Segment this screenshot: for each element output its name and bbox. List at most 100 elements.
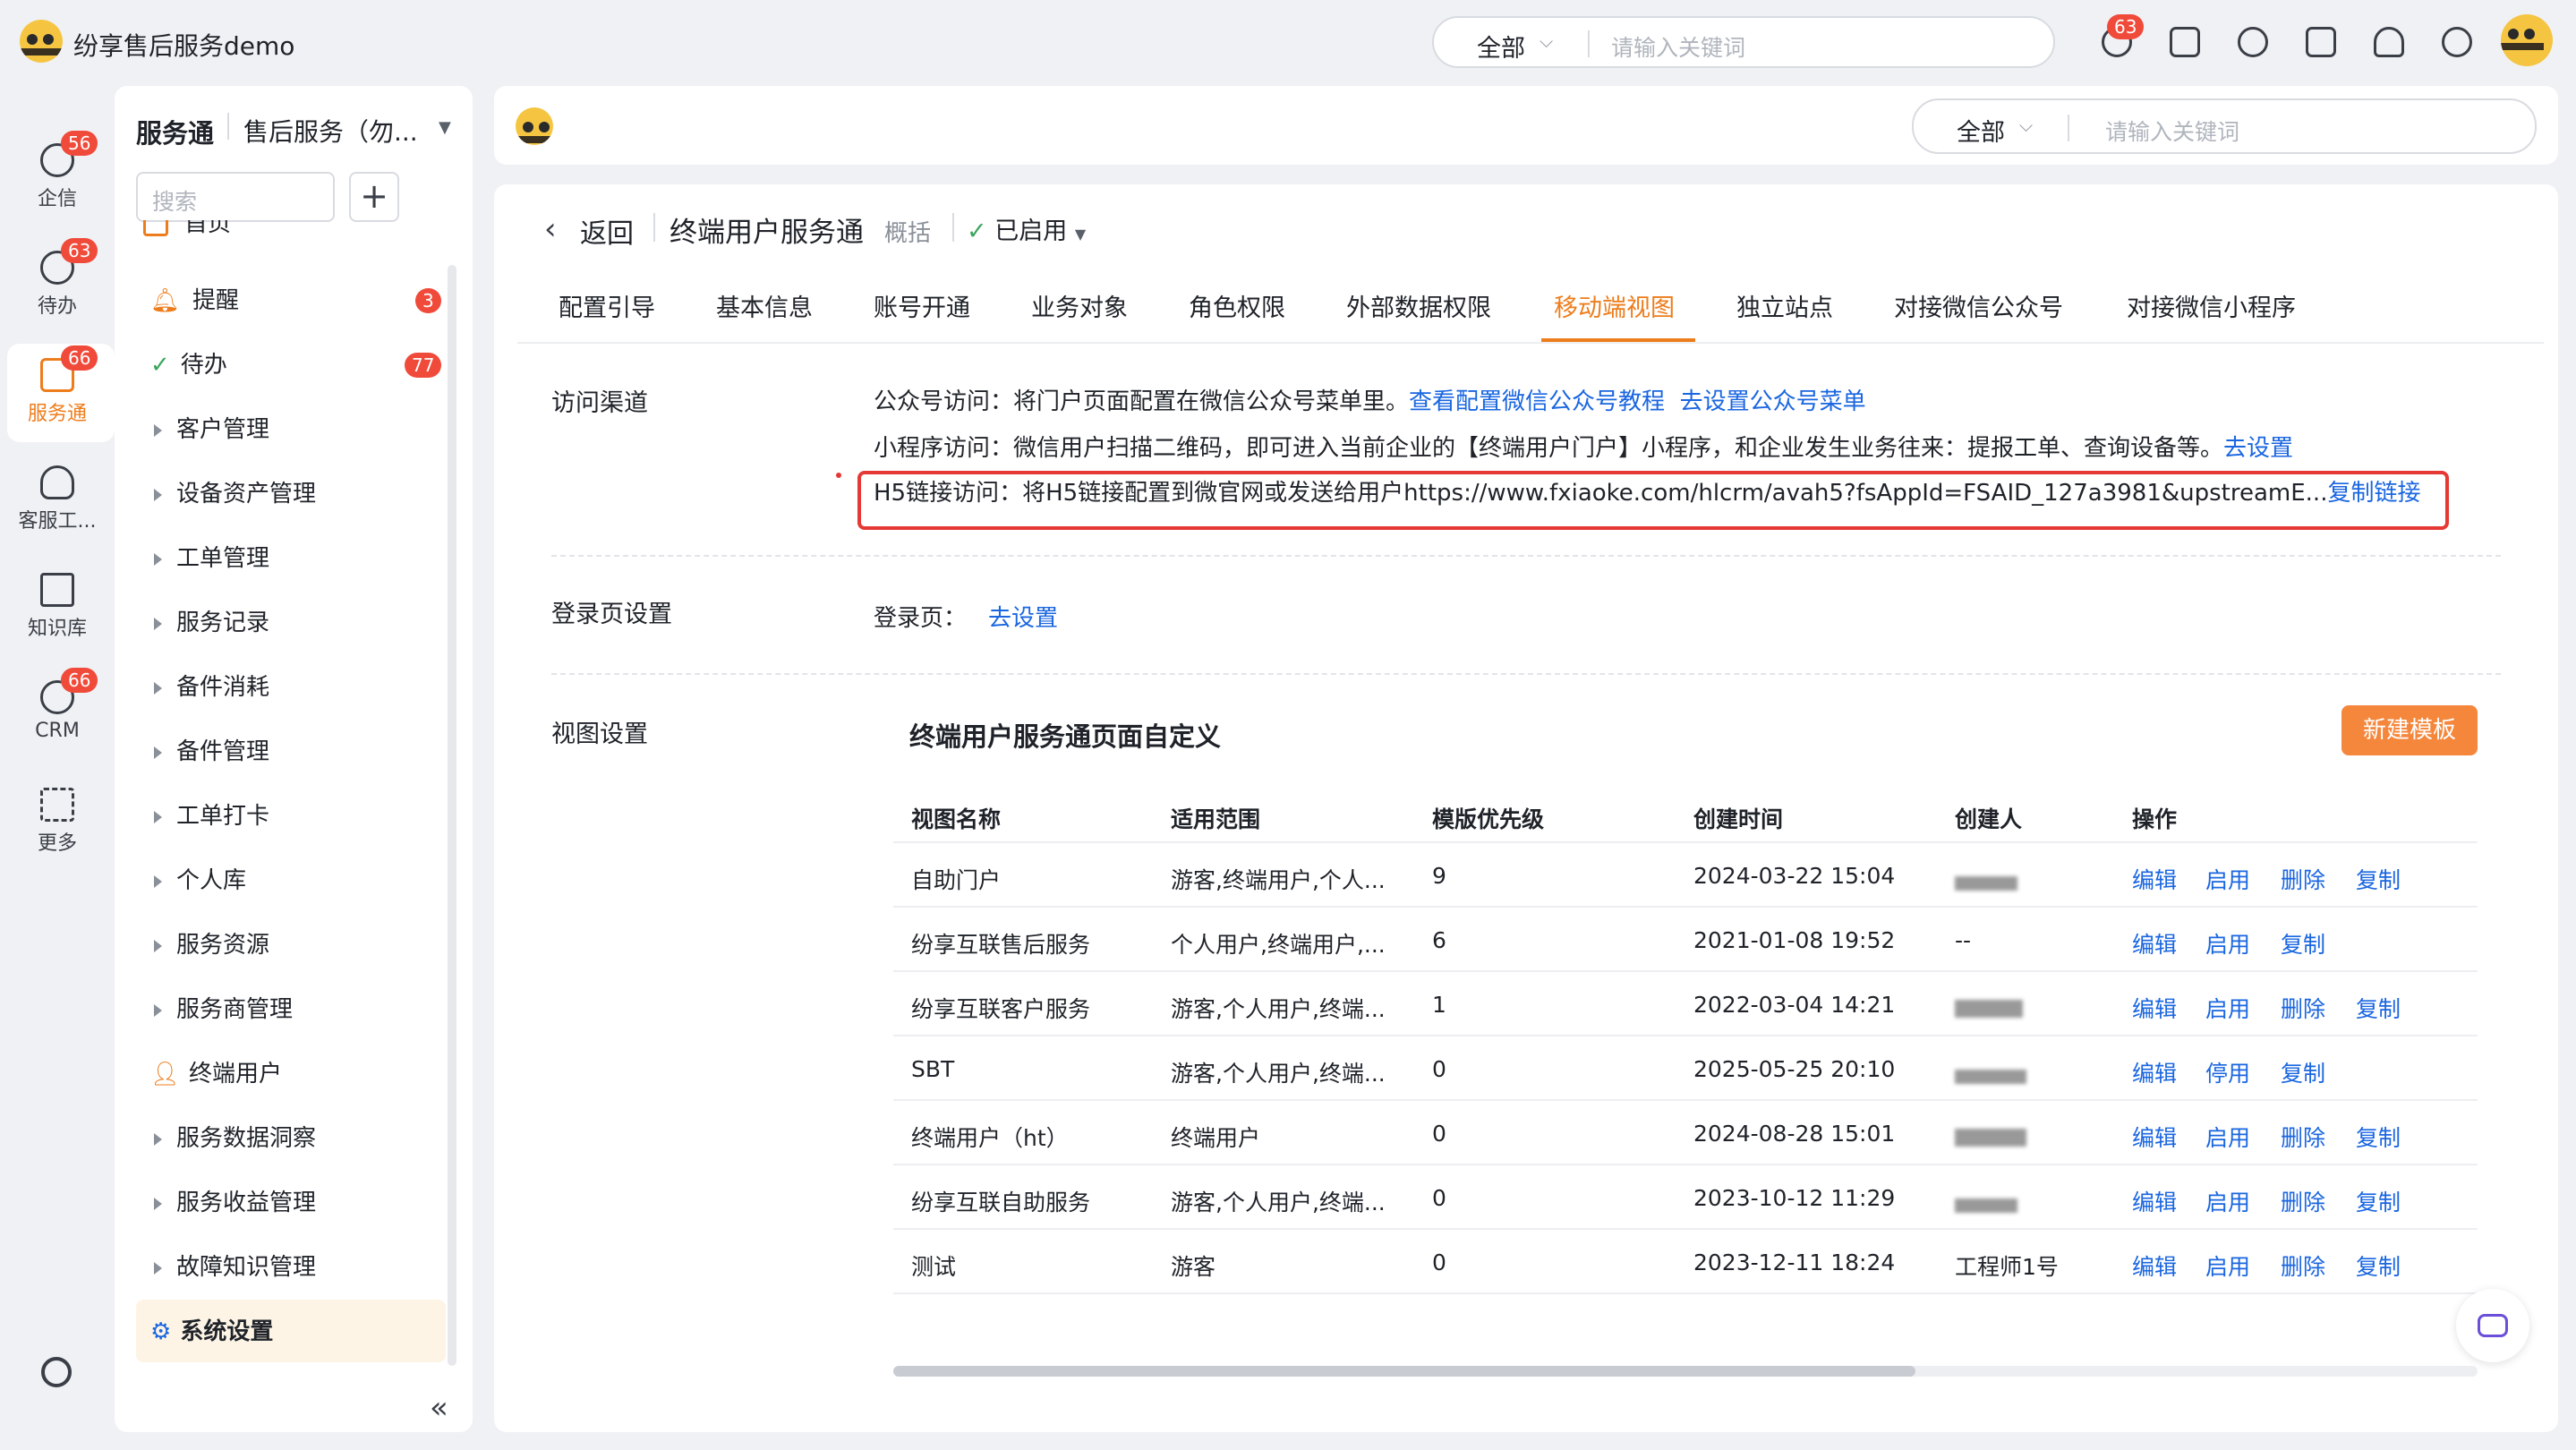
sidebar-item-asset[interactable]: 设备资产管理	[154, 476, 316, 512]
nav-item-todo[interactable]: 待办	[0, 251, 115, 319]
sidebar-item-system-settings[interactable]: ⚙ 系统设置	[150, 1314, 273, 1350]
nav-item-customer-service[interactable]: 客服工...	[0, 465, 115, 533]
tab-role-permission[interactable]: 角色权限	[1189, 288, 1285, 323]
user-avatar[interactable]	[2501, 14, 2553, 66]
expand-icon	[154, 1261, 162, 1275]
tab-setup-guide[interactable]: 配置引导	[559, 288, 655, 323]
sidebar-item-service-record[interactable]: 服务记录	[154, 605, 269, 641]
copy-button[interactable]: 复制	[2356, 992, 2401, 1024]
edit-button[interactable]: 编辑	[2132, 1056, 2177, 1088]
collapse-icon[interactable]: «	[430, 1390, 448, 1426]
edit-button[interactable]: 编辑	[2132, 863, 2177, 895]
caret-down-icon[interactable]: ▼	[439, 118, 451, 137]
enable-button[interactable]: 启用	[2205, 927, 2250, 960]
assistant-button[interactable]	[2456, 1289, 2529, 1362]
contacts-icon[interactable]	[2374, 27, 2404, 57]
miniprogram-text: 小程序访问：微信用户扫描二维码，即可进入当前企业的【终端用户门户】小程序，和企业…	[874, 435, 2224, 462]
report-icon[interactable]	[2306, 27, 2336, 57]
tab-wechat-official[interactable]: 对接微信公众号	[1894, 288, 2063, 323]
table-row: 终端用户（ht） 终端用户 0 2024-08-28 15:01 编辑 启用 删…	[893, 1101, 2478, 1165]
edit-button[interactable]: 编辑	[2132, 1185, 2177, 1217]
delete-button[interactable]: 删除	[2281, 1250, 2325, 1282]
help-icon[interactable]	[2442, 27, 2472, 57]
edit-button[interactable]: 编辑	[2132, 992, 2177, 1024]
sidebar-item-parts-usage[interactable]: 备件消耗	[154, 670, 269, 705]
disable-button[interactable]: 停用	[2205, 1056, 2250, 1088]
enable-button[interactable]: 启用	[2205, 863, 2250, 895]
sidebar-item-provider[interactable]: 服务商管理	[154, 992, 293, 1028]
sidebar-item-resources[interactable]: 服务资源	[154, 927, 269, 963]
view-title: 终端用户服务通页面自定义	[909, 721, 1222, 752]
delete-button[interactable]: 删除	[2281, 863, 2325, 895]
sidebar-item-personal[interactable]: 个人库	[154, 863, 246, 899]
tab-basic-info[interactable]: 基本信息	[716, 288, 813, 323]
clock-icon[interactable]	[2238, 27, 2268, 57]
sidebar-item-insight[interactable]: 服务数据洞察	[154, 1121, 316, 1156]
copy-button[interactable]: 复制	[2281, 1056, 2325, 1088]
delete-button[interactable]: 删除	[2281, 992, 2325, 1024]
table-row: 测试 游客 0 2023-12-11 18:24 工程师1号 编辑 启用 删除 …	[893, 1230, 2478, 1294]
back-link[interactable]: 返回	[580, 211, 634, 251]
miniprogram-settings-link[interactable]: 去设置	[2223, 435, 2293, 462]
delete-button[interactable]: 删除	[2281, 1185, 2325, 1217]
calendar-icon[interactable]	[2170, 27, 2200, 57]
sidebar-item-reminder[interactable]: 🔔︎ 提醒	[150, 283, 239, 319]
overview-link[interactable]: 概括	[884, 215, 931, 248]
settings-gear-icon[interactable]	[41, 1357, 72, 1387]
sidebar-search-input[interactable]: 搜索	[136, 172, 335, 222]
back-arrow-icon[interactable]: ‹	[544, 211, 557, 247]
nav-item-qixin[interactable]: 企信	[0, 143, 115, 211]
app-logo	[20, 20, 63, 63]
sidebar-scrollbar[interactable]	[448, 265, 456, 1366]
content-search-scope[interactable]: 全部	[1957, 113, 2005, 148]
tab-mobile-view[interactable]: 移动端视图	[1554, 288, 1675, 323]
sidebar-subtitle[interactable]: 售后服务（勿...	[243, 113, 418, 149]
table-scrollbar-thumb[interactable]	[893, 1366, 1915, 1377]
copy-button[interactable]: 复制	[2356, 863, 2401, 895]
tab-wechat-miniprogram[interactable]: 对接微信小程序	[2127, 288, 2296, 323]
tab-account[interactable]: 账号开通	[874, 288, 970, 323]
official-account-menu-link[interactable]: 去设置公众号菜单	[1680, 388, 1866, 415]
copy-button[interactable]: 复制	[2356, 1185, 2401, 1217]
nav-item-service[interactable]: 服务通	[0, 358, 115, 426]
sidebar-item-fault-kb[interactable]: 故障知识管理	[154, 1250, 316, 1285]
copy-link-button[interactable]: 复制链接	[2327, 480, 2420, 507]
official-account-tutorial-link[interactable]: 查看配置微信公众号教程	[1409, 388, 1665, 415]
sidebar-item-revenue[interactable]: 服务收益管理	[154, 1185, 316, 1221]
global-search[interactable]: 全部 ⌵ 请输入关键词	[1432, 16, 2055, 68]
enable-button[interactable]: 启用	[2205, 992, 2250, 1024]
edit-button[interactable]: 编辑	[2132, 927, 2177, 960]
login-settings-link[interactable]: 去设置	[988, 600, 1058, 633]
delete-button[interactable]: 删除	[2281, 1121, 2325, 1153]
sidebar-item-parts[interactable]: 备件管理	[154, 734, 269, 770]
edit-button[interactable]: 编辑	[2132, 1250, 2177, 1282]
tab-standalone-site[interactable]: 独立站点	[1736, 288, 1833, 323]
enable-button[interactable]: 启用	[2205, 1250, 2250, 1282]
global-search-scope[interactable]: 全部	[1477, 29, 1525, 64]
nav-item-crm[interactable]: CRM	[0, 680, 115, 742]
new-template-button[interactable]: 新建模板	[2341, 705, 2478, 755]
sidebar-item-checkin[interactable]: 工单打卡	[154, 798, 269, 834]
content-search-input[interactable]: 请输入关键词	[2105, 115, 2239, 147]
global-search-input[interactable]: 请输入关键词	[1611, 30, 1745, 63]
enable-button[interactable]: 启用	[2205, 1185, 2250, 1217]
nav-item-knowledge[interactable]: 知识库	[0, 573, 115, 641]
copy-button[interactable]: 复制	[2356, 1250, 2401, 1282]
content-search[interactable]: 全部 ⌵ 请输入关键词	[1912, 98, 2537, 154]
tab-external-data[interactable]: 外部数据权限	[1346, 288, 1491, 323]
copy-button[interactable]: 复制	[2356, 1121, 2401, 1153]
sidebar-item-workorder[interactable]: 工单管理	[154, 541, 269, 576]
todo-badge: 63	[2107, 14, 2145, 39]
status-dropdown[interactable]: ✓ 已启用 ▼	[967, 211, 1086, 246]
edit-button[interactable]: 编辑	[2132, 1121, 2177, 1153]
copy-button[interactable]: 复制	[2281, 927, 2325, 960]
sidebar-item-end-user[interactable]: 👤︎ 终端用户	[150, 1056, 282, 1092]
nav-item-more[interactable]: 更多	[0, 788, 115, 856]
sidebar-item-todo[interactable]: ✓ 待办	[150, 347, 227, 383]
add-icon[interactable]: +	[349, 172, 399, 222]
tab-business-object[interactable]: 业务对象	[1031, 288, 1128, 323]
page-title: 终端用户服务通	[670, 217, 864, 249]
sidebar-item-customer[interactable]: 客户管理	[154, 412, 269, 448]
sidebar-item-home[interactable]: 首页	[143, 220, 231, 242]
enable-button[interactable]: 启用	[2205, 1121, 2250, 1153]
